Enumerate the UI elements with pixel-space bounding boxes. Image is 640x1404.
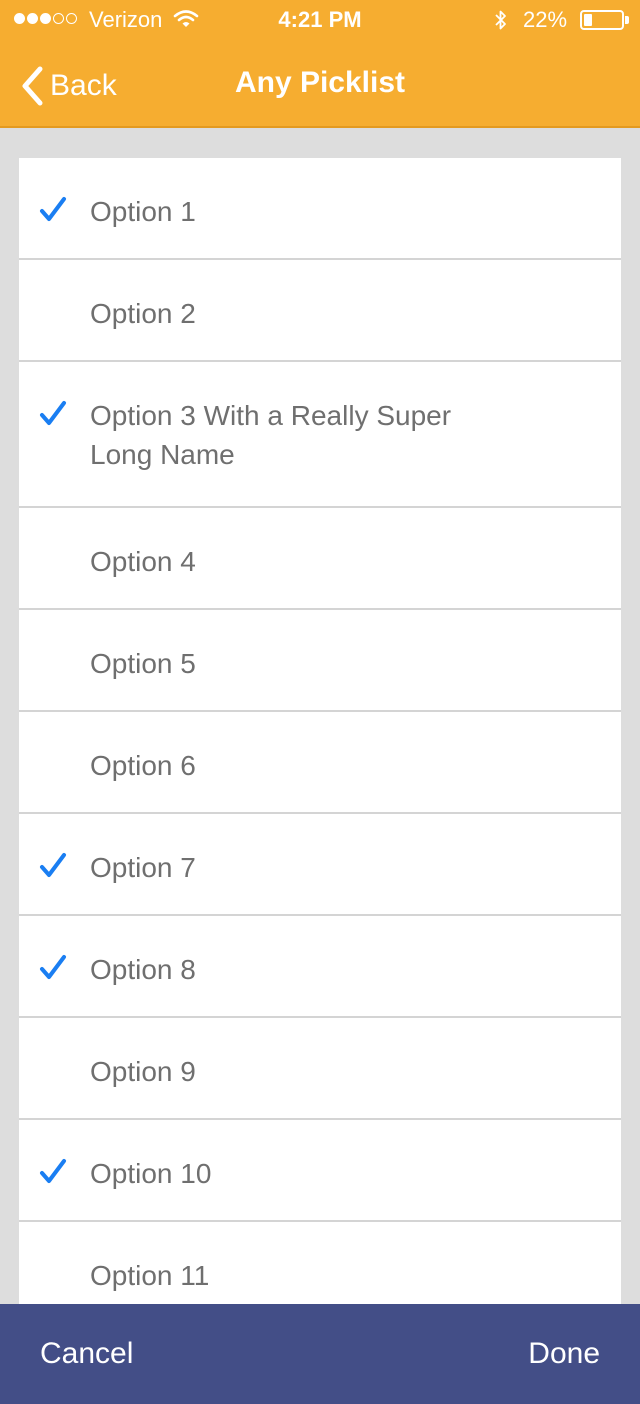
picklist-option[interactable]: Option 4: [19, 508, 621, 610]
option-label: Option 2: [90, 298, 196, 329]
nav-bar: Verizon 4:21 PM 22% Back Any Picklist: [0, 0, 640, 128]
picklist-option[interactable]: Option 2: [19, 260, 621, 362]
option-label: Option 7: [90, 852, 196, 883]
option-label: Option 11: [90, 1260, 210, 1291]
picklist: Option 1 Option 2 Option 3 With a Really S…: [19, 158, 621, 1304]
battery-percent: 22%: [523, 7, 568, 32]
option-label: Option 3 With a Really Super Long Name: [90, 400, 452, 470]
checkmark-icon: [40, 197, 66, 221]
option-label: Option 8: [90, 954, 196, 985]
battery-icon: [580, 10, 624, 30]
checkmark-icon: [40, 1159, 66, 1183]
option-label: Option 1: [90, 196, 196, 227]
option-label: Option 6: [90, 750, 196, 781]
picklist-option[interactable]: Option 8: [19, 916, 621, 1018]
picklist-option[interactable]: Option 10: [19, 1120, 621, 1222]
cancel-button[interactable]: Cancel: [40, 1304, 133, 1404]
battery-nub: [625, 16, 629, 24]
picklist-option[interactable]: Option 11: [19, 1222, 621, 1304]
option-label: Option 10: [90, 1158, 212, 1189]
status-bar: Verizon 4:21 PM 22%: [0, 0, 640, 40]
picklist-option[interactable]: Option 7: [19, 814, 621, 916]
back-button[interactable]: Back: [20, 64, 117, 108]
picklist-option[interactable]: Option 1: [19, 158, 621, 260]
checkmark-icon: [40, 853, 66, 877]
bluetooth-icon: [493, 8, 509, 38]
picklist-option[interactable]: Option 5: [19, 610, 621, 712]
option-label: Option 4: [90, 546, 196, 577]
checkmark-icon: [40, 955, 66, 979]
back-label: Back: [50, 69, 117, 102]
done-button[interactable]: Done: [528, 1304, 600, 1404]
option-label: Option 5: [90, 648, 196, 679]
picklist-option[interactable]: Option 3 With a Really Super Long Name: [19, 362, 621, 508]
bottom-toolbar: Cancel Done: [0, 1304, 640, 1404]
picklist-option[interactable]: Option 6: [19, 712, 621, 814]
chevron-left-icon: [22, 66, 43, 106]
checkmark-icon: [40, 401, 66, 425]
picklist-option[interactable]: Option 9: [19, 1018, 621, 1120]
option-label: Option 9: [90, 1056, 196, 1087]
